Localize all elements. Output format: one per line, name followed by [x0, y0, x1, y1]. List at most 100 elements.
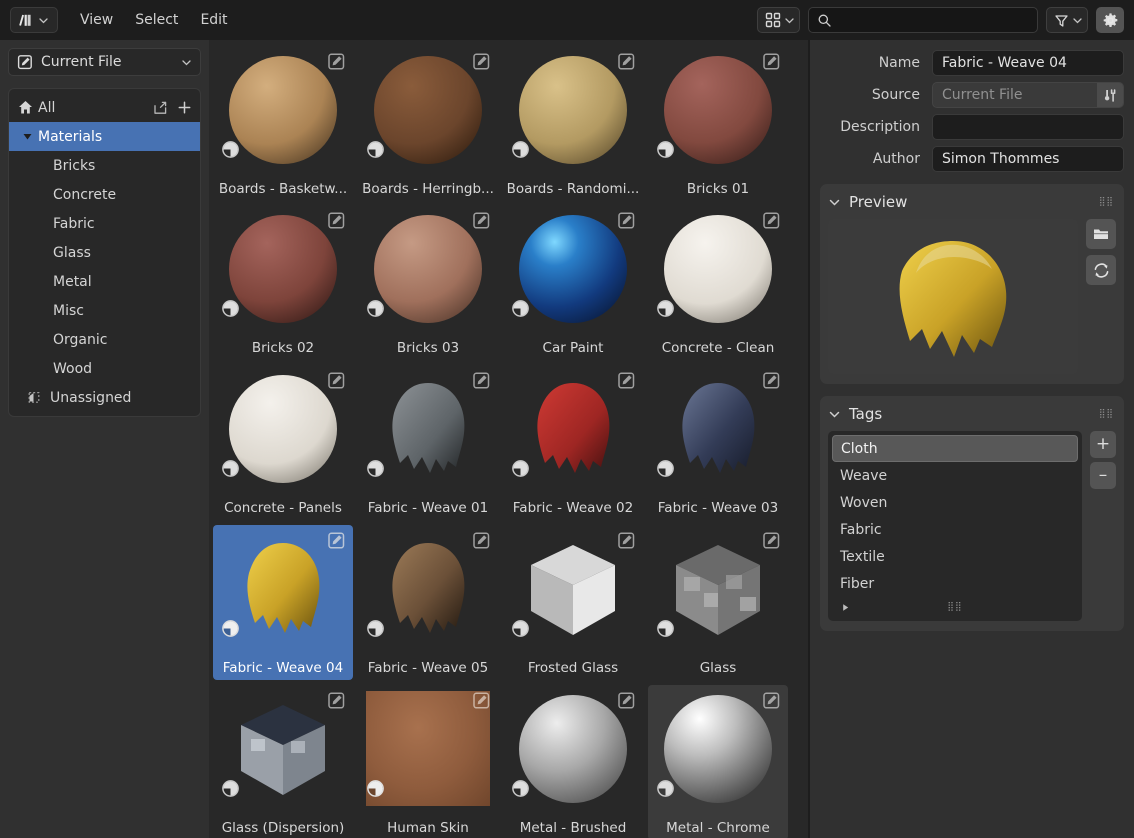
plus-icon[interactable] — [177, 100, 192, 115]
tag-item[interactable]: Woven — [832, 489, 1078, 516]
asset-tile[interactable]: Fabric - Weave 05 — [358, 525, 498, 680]
material-sphere-icon — [511, 140, 530, 159]
editor-type-selector[interactable] — [10, 7, 58, 33]
asset-tile[interactable]: Bricks 01 — [648, 46, 788, 201]
display-mode-button[interactable] — [757, 7, 800, 33]
edit-pencil-icon[interactable] — [617, 371, 636, 390]
asset-tile[interactable]: Fabric - Weave 03 — [648, 365, 788, 520]
asset-tile[interactable]: Car Paint — [503, 205, 643, 360]
edit-pencil-icon[interactable] — [762, 211, 781, 230]
triangle-down-icon[interactable] — [21, 130, 34, 143]
asset-tile[interactable]: Human Skin — [358, 685, 498, 838]
edit-pencil-icon[interactable] — [327, 691, 346, 710]
property-label: Description — [820, 119, 932, 135]
asset-tile[interactable]: Boards - Randomi... — [503, 46, 643, 201]
chevron-down-icon[interactable] — [828, 408, 841, 421]
catalog-item-glass[interactable]: Glass — [9, 238, 200, 267]
tags-area: Cloth Weave Woven Fabric Textile Fiber ⣿… — [828, 431, 1116, 621]
catalog-item-organic[interactable]: Organic — [9, 325, 200, 354]
edit-pencil-icon[interactable] — [472, 531, 491, 550]
menu-select[interactable]: Select — [125, 10, 188, 30]
asset-tile[interactable]: Bricks 03 — [358, 205, 498, 360]
edit-pencil-icon[interactable] — [472, 52, 491, 71]
asset-tile[interactable]: Fabric - Weave 02 — [503, 365, 643, 520]
asset-tile[interactable]: Fabric - Weave 01 — [358, 365, 498, 520]
catalog-item-metal[interactable]: Metal — [9, 267, 200, 296]
asset-tile[interactable]: Frosted Glass — [503, 525, 643, 680]
edit-pencil-icon[interactable] — [762, 531, 781, 550]
tag-item[interactable]: Weave — [832, 462, 1078, 489]
catalog-label: Metal — [53, 274, 92, 290]
catalog-item-all[interactable]: All — [9, 93, 200, 122]
asset-grid[interactable]: Boards - Basketw... Boards - Herringb... — [209, 40, 808, 838]
edit-pencil-icon[interactable] — [472, 211, 491, 230]
material-sphere-icon — [511, 619, 530, 638]
asset-label: Bricks 03 — [358, 340, 498, 356]
catalog-item-wood[interactable]: Wood — [9, 354, 200, 383]
chevron-down-icon[interactable] — [828, 196, 841, 209]
triangle-right-icon[interactable] — [840, 602, 851, 613]
asset-tile-hover[interactable]: Metal - Chrome — [648, 685, 788, 838]
tool-settings-icon[interactable] — [1097, 83, 1123, 107]
menu-edit[interactable]: Edit — [190, 10, 237, 30]
asset-tile[interactable]: Boards - Herringb... — [358, 46, 498, 201]
asset-tile[interactable]: Glass (Dispersion) — [213, 685, 353, 838]
edit-pencil-icon[interactable] — [617, 52, 636, 71]
current-file-icon — [17, 54, 33, 70]
edit-pencil-icon[interactable] — [762, 691, 781, 710]
generate-preview-button[interactable] — [1086, 255, 1116, 285]
asset-label: Human Skin — [358, 820, 498, 836]
description-field[interactable] — [932, 114, 1124, 140]
material-preview-sphere — [519, 56, 627, 164]
asset-tile[interactable]: Glass — [648, 525, 788, 680]
asset-library-selector[interactable]: Current File — [8, 48, 201, 76]
drag-grip-icon[interactable]: ⣿⣿ — [1099, 197, 1114, 207]
edit-pencil-icon[interactable] — [617, 211, 636, 230]
tag-item[interactable]: Textile — [832, 543, 1078, 570]
catalog-item-misc[interactable]: Misc — [9, 296, 200, 325]
edit-pencil-icon[interactable] — [762, 52, 781, 71]
edit-pencil-icon[interactable] — [327, 211, 346, 230]
tag-item[interactable]: Fabric — [832, 516, 1078, 543]
filter-button[interactable] — [1046, 7, 1088, 33]
catalog-item-materials[interactable]: Materials — [9, 122, 200, 151]
edit-pencil-icon[interactable] — [327, 371, 346, 390]
tag-list[interactable]: Cloth Weave Woven Fabric Textile Fiber ⣿… — [828, 431, 1082, 621]
search-box[interactable] — [808, 7, 1038, 33]
drag-grip-icon[interactable]: ⣿⣿ — [1099, 409, 1114, 419]
catalog-item-unassigned[interactable]: Unassigned — [9, 383, 200, 412]
asset-tile[interactable]: Metal - Brushed — [503, 685, 643, 838]
edit-pencil-icon[interactable] — [327, 531, 346, 550]
preview-area — [828, 219, 1116, 374]
tag-item[interactable]: Cloth — [832, 435, 1078, 462]
material-preview-sphere — [664, 56, 772, 164]
preview-panel-header[interactable]: Preview ⣿⣿ — [828, 190, 1116, 214]
load-custom-preview-button[interactable] — [1086, 219, 1116, 249]
catalog-item-concrete[interactable]: Concrete — [9, 180, 200, 209]
menu-view[interactable]: View — [70, 10, 123, 30]
asset-tile[interactable]: Boards - Basketw... — [213, 46, 353, 201]
settings-button[interactable] — [1096, 7, 1124, 33]
remove-tag-button[interactable]: – — [1090, 462, 1116, 489]
edit-pencil-icon[interactable] — [762, 371, 781, 390]
asset-tile-selected[interactable]: Fabric - Weave 04 — [213, 525, 353, 680]
edit-pencil-icon[interactable] — [617, 531, 636, 550]
catalog-item-fabric[interactable]: Fabric — [9, 209, 200, 238]
catalog-item-bricks[interactable]: Bricks — [9, 151, 200, 180]
name-field[interactable]: Fabric - Weave 04 — [932, 50, 1124, 76]
tags-panel-header[interactable]: Tags ⣿⣿ — [828, 402, 1116, 426]
author-field[interactable]: Simon Thommes — [932, 146, 1124, 172]
resize-grip-icon[interactable]: ⣿⣿ — [947, 602, 962, 612]
new-catalog-icon[interactable] — [153, 100, 169, 116]
tag-item[interactable]: Fiber — [832, 570, 1078, 597]
edit-pencil-icon[interactable] — [327, 52, 346, 71]
edit-pencil-icon[interactable] — [472, 691, 491, 710]
asset-tile[interactable]: Bricks 02 — [213, 205, 353, 360]
search-input[interactable] — [838, 13, 1029, 28]
edit-pencil-icon[interactable] — [472, 371, 491, 390]
edit-pencil-icon[interactable] — [617, 691, 636, 710]
asset-tile[interactable]: Concrete - Panels — [213, 365, 353, 520]
asset-label: Frosted Glass — [503, 660, 643, 676]
add-tag-button[interactable]: + — [1090, 431, 1116, 458]
asset-tile[interactable]: Concrete - Clean — [648, 205, 788, 360]
